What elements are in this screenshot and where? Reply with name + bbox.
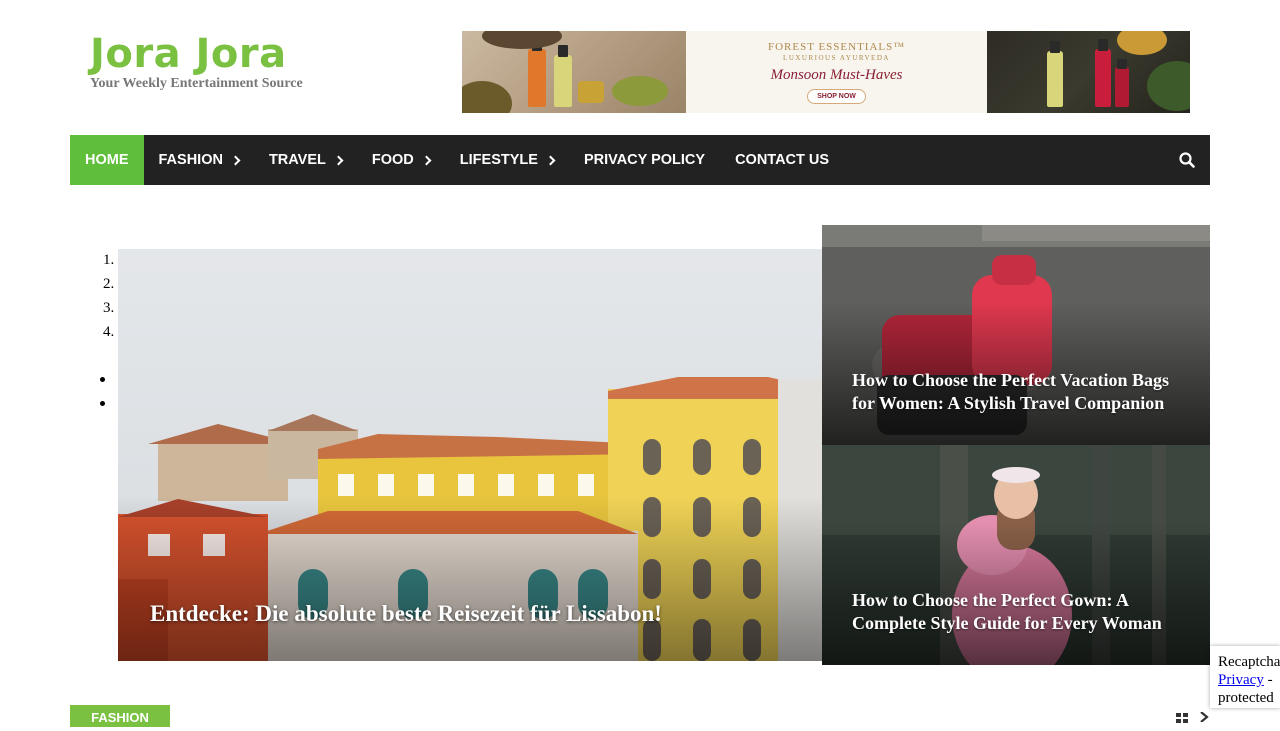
- featured-post-image: [118, 249, 822, 661]
- nav-item-label: PRIVACY POLICY: [583, 152, 706, 168]
- recaptcha-separator: -: [1263, 672, 1273, 688]
- recaptcha-protected-text: protected: [1218, 690, 1274, 706]
- banner-product-image-left: [462, 31, 686, 113]
- advertisement-banner[interactable]: FOREST ESSENTIALS™ LUXURIOUS AYURVEDA Mo…: [462, 31, 1190, 113]
- site-tagline: Your Weekly Entertainment Source: [90, 76, 303, 91]
- nav-item-lifestyle[interactable]: LIFESTYLE: [445, 135, 569, 185]
- nav-item-food[interactable]: FOOD: [357, 135, 445, 185]
- banner-headline: Monsoon Must-Haves: [770, 67, 903, 83]
- chevron-right-icon[interactable]: [1199, 712, 1209, 722]
- recaptcha-label: Recaptcha: [1218, 654, 1280, 670]
- grid-view-icon[interactable]: [1176, 713, 1188, 723]
- side-post-title[interactable]: How to Choose the Perfect Gown: A Comple…: [852, 589, 1192, 635]
- side-post-vacation-bags[interactable]: How to Choose the Perfect Vacation Bags …: [822, 225, 1210, 445]
- nav-item-label: CONTACT US: [735, 152, 830, 168]
- nav-item-label: FASHION: [158, 152, 223, 168]
- slider-dot-2[interactable]: 2.: [103, 276, 114, 300]
- featured-post-main[interactable]: Entdecke: Die absolute beste Reisezeit f…: [118, 249, 822, 661]
- chevron-right-icon: [333, 155, 344, 166]
- banner-text: FOREST ESSENTIALS™ LUXURIOUS AYURVEDA Mo…: [686, 31, 987, 113]
- slider-dot-1[interactable]: 1.: [103, 252, 114, 276]
- site-title[interactable]: Jora Jora: [90, 30, 303, 78]
- nav-item-fashion[interactable]: FASHION: [144, 135, 254, 185]
- chevron-right-icon: [421, 155, 432, 166]
- banner-shop-now-button[interactable]: SHOP NOW: [807, 89, 866, 104]
- category-badge-fashion[interactable]: FASHION: [70, 705, 170, 727]
- side-post-title[interactable]: How to Choose the Perfect Vacation Bags …: [852, 369, 1192, 415]
- side-post-gown[interactable]: How to Choose the Perfect Gown: A Comple…: [822, 445, 1210, 665]
- recaptcha-privacy-link[interactable]: Privacy: [1218, 672, 1264, 688]
- featured-post-title[interactable]: Entdecke: Die absolute beste Reisezeit f…: [150, 601, 790, 627]
- nav-item-home[interactable]: HOME: [70, 135, 144, 185]
- search-icon[interactable]: [1179, 152, 1195, 168]
- banner-brand: FOREST ESSENTIALS™: [767, 41, 906, 53]
- nav-item-label: LIFESTYLE: [459, 152, 538, 168]
- slider-dot-4[interactable]: 4.: [103, 324, 114, 348]
- slider-dot-3[interactable]: 3.: [103, 300, 114, 324]
- nav-item-contact-us[interactable]: CONTACT US: [720, 135, 844, 185]
- nav-item-label: FOOD: [371, 152, 414, 168]
- recaptcha-badge: Recaptcha Privacy - protected: [1210, 646, 1280, 708]
- main-navigation: HOME FASHION TRAVEL FOOD LIFESTYLE PRIVA…: [70, 135, 1210, 185]
- banner-product-image-right: [987, 31, 1190, 113]
- nav-item-label: HOME: [85, 152, 129, 168]
- slider-pagination: 1. 2. 3. 4.: [103, 252, 114, 348]
- nav-item-label: TRAVEL: [268, 152, 326, 168]
- nav-item-travel[interactable]: TRAVEL: [254, 135, 357, 185]
- banner-brand-sub: LUXURIOUS AYURVEDA: [783, 54, 890, 62]
- chevron-right-icon: [545, 155, 556, 166]
- chevron-right-icon: [230, 155, 241, 166]
- site-logo[interactable]: Jora Jora Your Weekly Entertainment Sour…: [90, 30, 303, 92]
- nav-item-privacy-policy[interactable]: PRIVACY POLICY: [569, 135, 720, 185]
